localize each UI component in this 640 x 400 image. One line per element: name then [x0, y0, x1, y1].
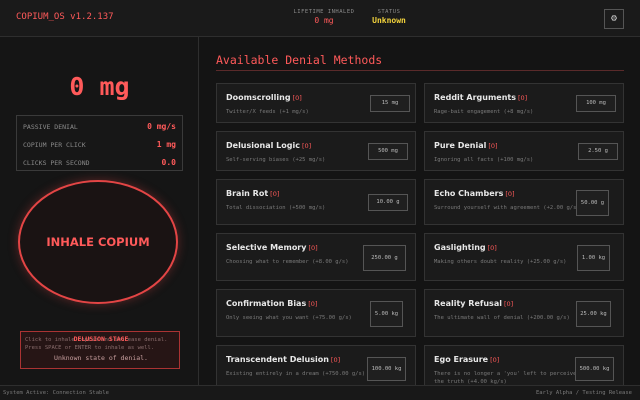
method-card[interactable]: Reddit Arguments [0] Rage-bait engagement… — [424, 83, 624, 123]
method-count: [0] — [308, 244, 318, 252]
method-count: [0] — [488, 142, 498, 150]
method-name: Pure Denial [0] — [434, 141, 498, 150]
lifetime-inhaled: LIFETIME INHALED 0 mg — [286, 9, 362, 25]
method-count: [0] — [503, 300, 514, 308]
method-desc: Rage-bait engagement (+8 mg/s) — [434, 109, 534, 115]
method-desc: Existing entirely in a dream (+750.00 g/… — [226, 371, 366, 377]
method-count: [0] — [292, 94, 302, 102]
stat-value: 0.0 — [161, 158, 176, 167]
method-desc: Total dissociation (+500 mg/s) — [226, 205, 326, 211]
method-price: 2.50 g — [578, 143, 618, 160]
method-desc: Only seeing what you want (+75.00 g/s) — [226, 315, 352, 321]
stats-panel: PASSIVE DENIAL 0 mg/s COPIUM PER CLICK 1… — [16, 115, 183, 171]
method-count: [0] — [505, 190, 515, 198]
method-price: 500.00 kg — [575, 357, 614, 381]
method-name: Transcendent Delusion [0] — [226, 355, 341, 364]
method-card[interactable]: Doomscrolling [0] Twitter/X feeds (+1 mg/… — [216, 83, 416, 123]
gear-icon: ⚙ — [610, 13, 618, 24]
footer-status: System Active: Connection Stable — [3, 390, 109, 396]
method-count: [0] — [518, 94, 528, 102]
method-desc: Twitter/X feeds (+1 mg/s) — [226, 109, 309, 115]
method-price: 50.00 g — [576, 190, 609, 216]
method-count: [0] — [308, 300, 318, 308]
method-card[interactable]: Brain Rot [0] Total dissociation (+500 mg… — [216, 179, 416, 225]
method-card[interactable]: Transcendent Delusion [0] Existing entire… — [216, 345, 416, 387]
stat-label: PASSIVE DENIAL — [23, 123, 78, 131]
stat-clicks-per-second: CLICKS PER SECOND 0.0 — [17, 155, 182, 172]
method-card[interactable]: Pure Denial [0] Ignoring all facts (+100 … — [424, 131, 624, 171]
method-desc: Surround yourself with agreement (+2.00 … — [434, 205, 580, 211]
method-price: 10.00 g — [368, 194, 408, 211]
lifetime-inhaled-value: 0 mg — [314, 16, 334, 25]
status-label: STATUS — [377, 9, 401, 15]
total-copium: 0 mg — [69, 72, 130, 101]
method-desc: Choosing what to remember (+8.00 g/s) — [226, 259, 349, 265]
method-price: 15 mg — [370, 95, 410, 112]
title-divider — [216, 70, 624, 71]
top-bar: COPIUM_OS v1.2.137 LIFETIME INHALED 0 mg… — [0, 0, 640, 37]
status-value: Unknown — [372, 16, 406, 25]
method-card[interactable]: Ego Erasure [0] There is no longer a 'you… — [424, 345, 624, 387]
method-name: Reality Refusal [0] — [434, 299, 514, 308]
settings-button[interactable]: ⚙ — [604, 9, 624, 29]
method-count: [0] — [330, 356, 341, 364]
method-card[interactable]: Selective Memory [0] Choosing what to rem… — [216, 233, 416, 281]
status-footer: System Active: Connection Stable Early A… — [0, 385, 640, 400]
stat-passive-denial: PASSIVE DENIAL 0 mg/s — [17, 119, 182, 136]
method-card[interactable]: Delusional Logic [0] Self-serving biases … — [216, 131, 416, 171]
method-price: 100 mg — [576, 95, 616, 112]
method-name: Confirmation Bias [0] — [226, 299, 318, 308]
stat-value: 1 mg — [156, 140, 176, 149]
method-card[interactable]: Reality Refusal [0] The ultimate wall of … — [424, 289, 624, 337]
status: STATUS Unknown — [360, 9, 418, 25]
method-count: [0] — [487, 244, 497, 252]
method-name: Echo Chambers [0] — [434, 189, 515, 198]
method-price: 25.00 kg — [576, 301, 611, 327]
method-price: 500 mg — [368, 143, 408, 160]
method-count: [0] — [270, 190, 280, 198]
stat-copium-per-click: COPIUM PER CLICK 1 mg — [17, 137, 182, 154]
main-panel: Available Denial Methods Doomscrolling [0… — [200, 37, 640, 387]
stage-description: Unknown state of denial. — [54, 354, 148, 362]
delusion-stage: Click to inhale copium and increase deni… — [20, 331, 180, 369]
sidebar: 0 mg PASSIVE DENIAL 0 mg/s COPIUM PER CL… — [0, 37, 199, 385]
app-title: COPIUM_OS v1.2.137 — [16, 12, 114, 22]
method-desc: There is no longer a 'you' left to perce… — [434, 371, 577, 385]
method-price: 250.00 g — [363, 245, 406, 271]
stage-title: DELUSION STAGE — [73, 335, 129, 343]
method-price: 5.00 kg — [370, 301, 403, 327]
method-name: Reddit Arguments [0] — [434, 93, 528, 102]
method-count: [0] — [301, 142, 312, 150]
method-card[interactable]: Gaslighting [0] Making others doubt reali… — [424, 233, 624, 281]
stat-label: COPIUM PER CLICK — [23, 141, 86, 149]
method-count: [0] — [490, 356, 500, 364]
method-name: Ego Erasure [0] — [434, 355, 500, 364]
stat-value: 0 mg/s — [147, 122, 176, 131]
method-name: Gaslighting [0] — [434, 243, 497, 252]
method-price: 100.00 kg — [367, 357, 406, 381]
method-name: Delusional Logic [0] — [226, 141, 312, 150]
method-desc: Self-serving biases (+25 mg/s) — [226, 157, 326, 163]
footer-release: Early Alpha / Testing Release — [535, 390, 632, 396]
method-desc: The ultimate wall of denial (+200.00 g/s… — [434, 315, 570, 321]
method-card[interactable]: Echo Chambers [0] Surround yourself with … — [424, 179, 624, 225]
method-name: Doomscrolling [0] — [226, 93, 302, 102]
method-desc: Ignoring all facts (+100 mg/s) — [434, 157, 534, 163]
method-name: Selective Memory [0] — [226, 243, 318, 252]
section-title: Available Denial Methods — [216, 53, 383, 67]
inhale-copium-button[interactable]: INHALE COPIUM — [18, 180, 178, 304]
method-price: 1.00 kg — [577, 245, 610, 271]
method-name: Brain Rot [0] — [226, 189, 280, 198]
stat-label: CLICKS PER SECOND — [23, 159, 90, 167]
method-desc: Making others doubt reality (+25.00 g/s) — [434, 259, 567, 265]
lifetime-inhaled-label: LIFETIME INHALED — [293, 9, 355, 15]
method-card[interactable]: Confirmation Bias [0] Only seeing what yo… — [216, 289, 416, 337]
